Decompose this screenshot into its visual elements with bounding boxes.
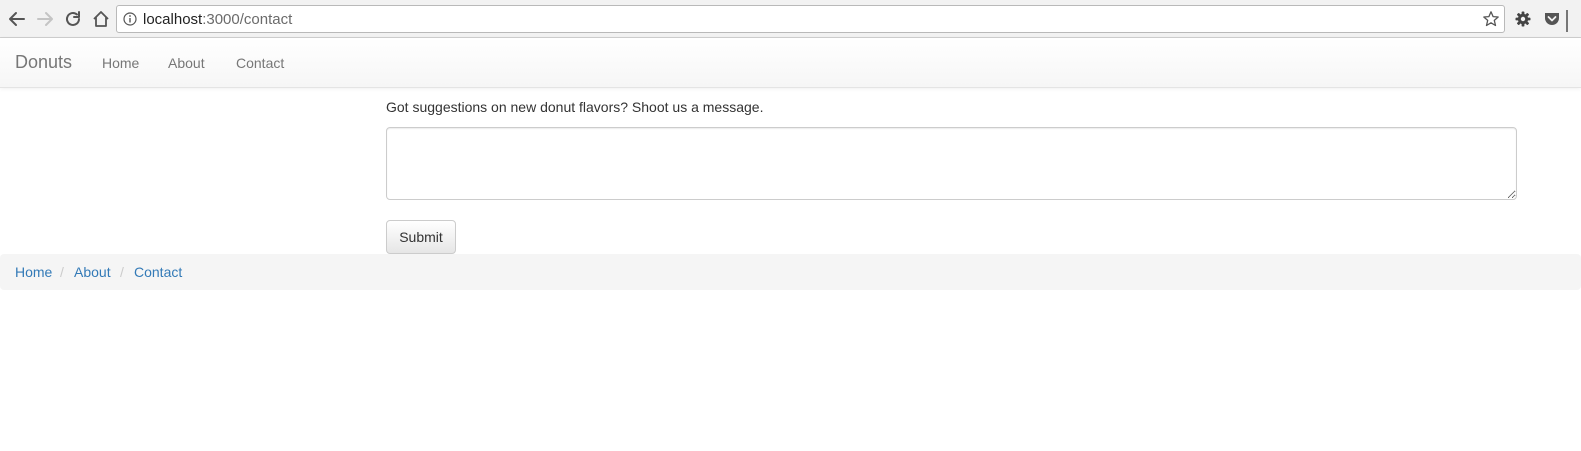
submit-button[interactable]: Submit: [386, 220, 456, 254]
url-host: localhost: [143, 11, 203, 28]
reload-icon: [66, 11, 80, 26]
star-icon[interactable]: [1482, 10, 1500, 28]
pocket-icon[interactable]: [1542, 9, 1562, 29]
breadcrumb-item-contact[interactable]: Contact: [134, 263, 182, 281]
home-button[interactable]: [89, 7, 113, 31]
home-icon: [93, 11, 109, 27]
navbar-brand[interactable]: Donuts: [15, 52, 72, 72]
arrow-left-icon: [9, 12, 25, 26]
arrow-right-icon: [37, 12, 53, 26]
breadcrumb: Home / About / Contact: [0, 254, 1581, 290]
address-bar[interactable]: localhost:3000/contact: [116, 5, 1505, 33]
site-navbar: Donuts Home About Contact: [0, 38, 1581, 88]
browser-toolbar: localhost:3000/contact: [0, 0, 1581, 38]
message-textarea[interactable]: [386, 127, 1517, 200]
reload-button[interactable]: [61, 7, 85, 31]
breadcrumb-separator: /: [60, 264, 64, 280]
nav-link-about[interactable]: About: [168, 54, 205, 72]
breadcrumb-item-about[interactable]: About: [74, 263, 111, 281]
nav-link-home[interactable]: Home: [102, 54, 139, 72]
contact-intro-text: Got suggestions on new donut flavors? Sh…: [386, 99, 764, 115]
breadcrumb-separator: /: [120, 264, 124, 280]
forward-button[interactable]: [33, 7, 57, 31]
back-button[interactable]: [5, 7, 29, 31]
url-text[interactable]: localhost:3000/contact: [143, 11, 292, 28]
info-icon[interactable]: [123, 12, 137, 26]
url-path: :3000/contact: [202, 11, 293, 28]
breadcrumb-item-home[interactable]: Home: [15, 263, 52, 281]
nav-link-contact[interactable]: Contact: [236, 54, 284, 72]
toolbar-overflow-edge: [1566, 10, 1568, 32]
gear-icon[interactable]: [1513, 9, 1533, 29]
